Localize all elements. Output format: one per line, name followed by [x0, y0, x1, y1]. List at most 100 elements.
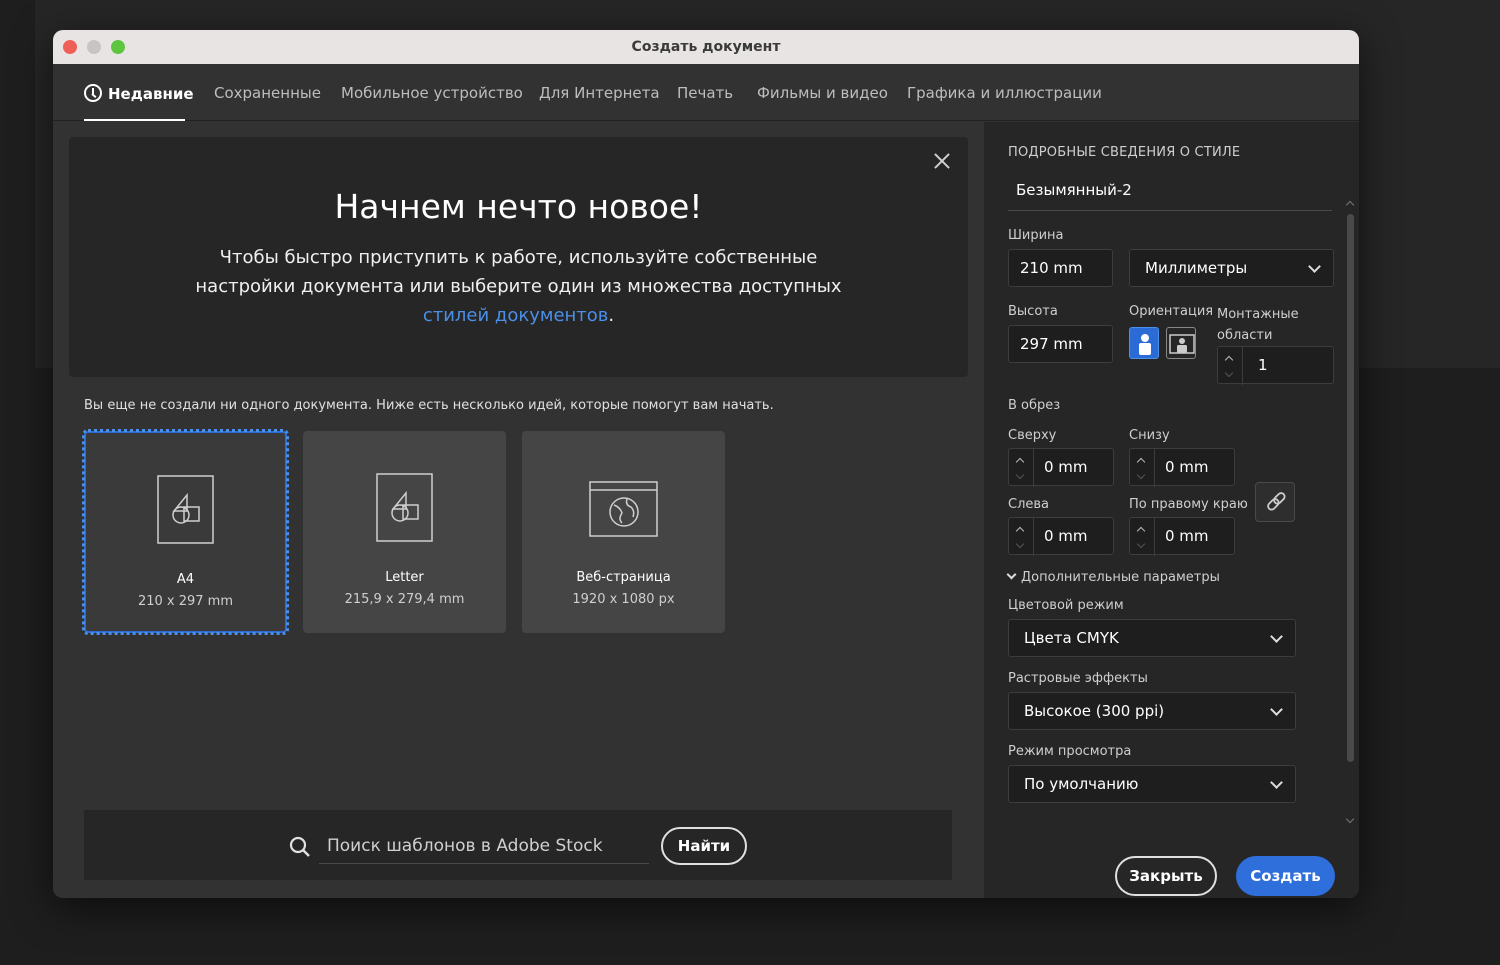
close-button[interactable]: Закрыть: [1115, 856, 1217, 896]
category-tabs: Недавние Сохраненные Мобильное устройств…: [53, 64, 1359, 121]
advanced-options-toggle[interactable]: Дополнительные параметры: [1006, 569, 1220, 585]
preset-name: Веб-страница: [576, 570, 671, 585]
document-shapes-icon: [156, 475, 214, 544]
chevron-down-icon: [1345, 814, 1355, 824]
color-mode-select[interactable]: Цвета CMYK: [1008, 619, 1296, 657]
preset-size: 210 x 297 mm: [137, 594, 234, 609]
preset-card-letter[interactable]: Letter 215,9 x 279,4 mm: [303, 431, 506, 633]
link-bleed-button[interactable]: [1255, 482, 1295, 522]
preview-mode-label: Режим просмотра: [1008, 744, 1132, 759]
clock-icon: [84, 84, 102, 102]
create-button[interactable]: Создать: [1236, 856, 1335, 896]
close-icon[interactable]: [932, 151, 952, 171]
tab-print[interactable]: Печать: [677, 84, 733, 102]
units-select[interactable]: Миллиметры: [1129, 249, 1334, 287]
width-input[interactable]: 210 mm: [1008, 249, 1113, 287]
preview-mode-select[interactable]: По умолчанию: [1008, 765, 1296, 803]
details-scrollbar[interactable]: [1345, 200, 1355, 832]
stock-search-bar: Найти: [84, 810, 952, 880]
chevron-up-icon: [1345, 200, 1355, 210]
bleed-right-value: 0 mm: [1165, 527, 1209, 545]
portrait-icon: [1139, 334, 1151, 355]
tab-web[interactable]: Для Интернета: [539, 84, 660, 102]
bleed-left-stepper[interactable]: 0 mm: [1008, 517, 1114, 556]
bleed-bottom-stepper[interactable]: 0 mm: [1129, 448, 1235, 487]
minimize-window-button[interactable]: [87, 40, 101, 54]
welcome-text: Чтобы быстро приступить к работе, исполь…: [179, 243, 858, 330]
portrait-orientation-button[interactable]: [1129, 327, 1159, 359]
bleed-bottom-value: 0 mm: [1165, 458, 1209, 476]
units-value: Миллиметры: [1145, 259, 1248, 277]
preset-card-web[interactable]: Веб-страница 1920 x 1080 px: [522, 431, 725, 633]
close-window-button[interactable]: [63, 40, 77, 54]
document-presets-link[interactable]: стилей документов: [423, 305, 609, 326]
bleed-left-value: 0 mm: [1044, 527, 1088, 545]
chevron-down-icon: [1015, 539, 1025, 549]
stepper-arrows[interactable]: [1218, 347, 1243, 385]
bleed-right-stepper[interactable]: 0 mm: [1129, 517, 1235, 556]
landscape-orientation-button[interactable]: [1166, 327, 1196, 359]
artboards-label: Монтажные области: [1217, 307, 1299, 343]
chevron-up-icon: [1015, 526, 1025, 536]
chevron-up-icon: [1015, 457, 1025, 467]
find-button[interactable]: Найти: [661, 827, 747, 865]
chevron-up-icon: [1224, 355, 1234, 365]
raster-effects-label: Растровые эффекты: [1008, 671, 1148, 686]
raster-effects-select[interactable]: Высокое (300 ppi): [1008, 692, 1296, 730]
preset-name: Letter: [385, 570, 424, 585]
chevron-down-icon: [1006, 569, 1017, 580]
bleed-top-value: 0 mm: [1044, 458, 1088, 476]
tab-recent[interactable]: Недавние: [84, 84, 194, 103]
tab-label: Недавние: [108, 85, 194, 103]
advanced-options-label: Дополнительные параметры: [1021, 570, 1220, 585]
document-name-field[interactable]: Безымянный-2: [1008, 169, 1332, 211]
preset-name: A4: [176, 572, 195, 587]
stepper-arrows[interactable]: [1009, 518, 1034, 556]
landscape-icon: [1169, 334, 1195, 354]
tab-film-video[interactable]: Фильмы и видео: [757, 84, 888, 102]
chevron-up-icon: [1136, 457, 1146, 467]
tab-mobile[interactable]: Мобильное устройство: [341, 84, 523, 102]
scroll-thumb[interactable]: [1347, 214, 1354, 762]
color-mode-value: Цвета CMYK: [1024, 629, 1119, 647]
welcome-banner: Начнем нечто новое! Чтобы быстро приступ…: [69, 137, 968, 377]
artboards-stepper[interactable]: 1: [1217, 346, 1334, 385]
stock-search-input[interactable]: [319, 828, 649, 864]
stepper-arrows[interactable]: [1130, 449, 1155, 487]
chevron-down-icon: [1270, 703, 1283, 716]
chevron-down-icon: [1224, 368, 1234, 378]
width-label: Ширина: [1008, 228, 1064, 243]
title-bar: Создать документ: [53, 30, 1359, 64]
chevron-down-icon: [1270, 630, 1283, 643]
window-title: Создать документ: [631, 39, 781, 55]
chevron-down-icon: [1270, 776, 1283, 789]
bleed-label: В обрез: [1008, 398, 1061, 413]
tab-art-illustration[interactable]: Графика и иллюстрации: [907, 84, 1102, 102]
preview-mode-value: По умолчанию: [1024, 775, 1139, 793]
presets-area: Начнем нечто новое! Чтобы быстро приступ…: [53, 122, 984, 898]
bleed-left-label: Слева: [1008, 497, 1050, 512]
chevron-up-icon: [1136, 526, 1146, 536]
preset-size: 1920 x 1080 px: [572, 592, 675, 607]
welcome-body: Чтобы быстро приступить к работе, исполь…: [195, 247, 842, 297]
height-input[interactable]: 297 mm: [1008, 325, 1113, 363]
document-shapes-icon: [375, 473, 433, 542]
web-globe-icon: [588, 481, 658, 537]
height-label: Высота: [1008, 304, 1058, 319]
chevron-down-icon: [1015, 470, 1025, 480]
orientation-label: Ориентация: [1129, 304, 1214, 319]
stepper-arrows[interactable]: [1130, 518, 1155, 556]
raster-effects-value: Высокое (300 ppi): [1024, 702, 1165, 720]
active-tab-indicator: [84, 119, 185, 121]
tab-saved[interactable]: Сохраненные: [214, 84, 321, 102]
zoom-window-button[interactable]: [111, 40, 125, 54]
chevron-down-icon: [1308, 260, 1321, 273]
bleed-top-stepper[interactable]: 0 mm: [1008, 448, 1114, 487]
bleed-right-label: По правому краю: [1129, 497, 1248, 512]
stepper-arrows[interactable]: [1009, 449, 1034, 487]
search-icon: [289, 836, 310, 857]
preset-size: 215,9 x 279,4 mm: [344, 592, 465, 607]
chevron-down-icon: [1136, 470, 1146, 480]
welcome-end: .: [608, 305, 615, 326]
preset-card-a4[interactable]: A4 210 x 297 mm: [82, 429, 289, 635]
